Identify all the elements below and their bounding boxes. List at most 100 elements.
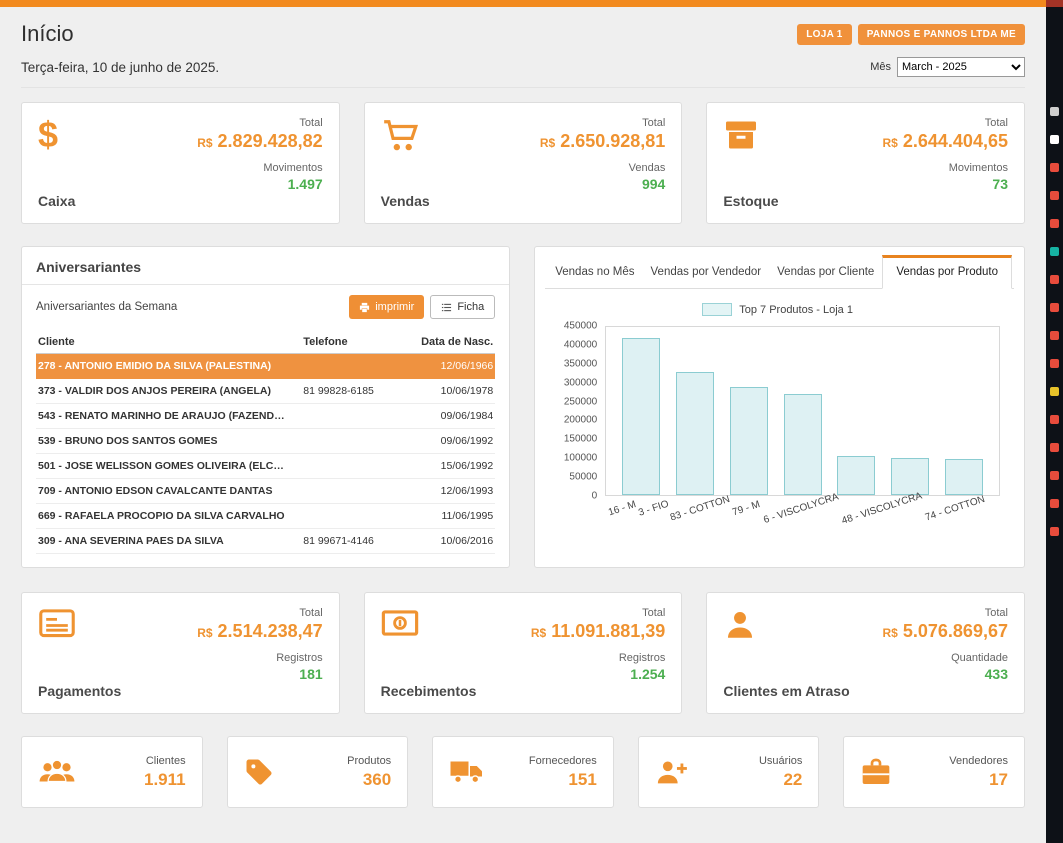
tab-vendas-por-produto[interactable]: Vendas por Produto xyxy=(882,255,1012,289)
edge-strip-icon[interactable] xyxy=(1050,527,1059,536)
card-caixa: $ Caixa Total R$ 2.829.428,82 Movimentos… xyxy=(21,102,340,224)
edge-strip-icon[interactable] xyxy=(1050,303,1059,312)
tag-icon xyxy=(244,757,274,787)
mini-label: Fornecedores xyxy=(529,755,597,767)
cell-data-nasc: 10/06/1978 xyxy=(408,385,493,397)
cell-data-nasc: 11/06/1995 xyxy=(408,510,493,522)
edge-strip-icon[interactable] xyxy=(1050,135,1059,144)
edge-strip-icon[interactable] xyxy=(1050,499,1059,508)
total-label: Total xyxy=(197,607,322,619)
edge-strip xyxy=(1046,7,1063,843)
sales-panel: Vendas no MêsVendas por VendedorVendas p… xyxy=(534,246,1025,568)
table-row[interactable]: 709 - ANTONIO EDSON CAVALCANTE DANTAS12/… xyxy=(36,479,495,504)
bar[interactable] xyxy=(676,372,714,495)
legend-label: Top 7 Produtos - Loja 1 xyxy=(739,304,853,316)
dollar-icon: $ xyxy=(38,117,75,159)
page-title: Início xyxy=(21,21,74,47)
total-label: Total xyxy=(197,117,322,129)
bar[interactable] xyxy=(891,458,929,495)
ficha-button[interactable]: Ficha xyxy=(430,295,495,319)
bar[interactable] xyxy=(622,338,660,495)
cell-data-nasc: 09/06/1984 xyxy=(408,410,493,422)
card-title: Estoque xyxy=(723,193,778,209)
count-label: Movimentos xyxy=(883,162,1008,174)
summary-cards-top: $ Caixa Total R$ 2.829.428,82 Movimentos… xyxy=(21,102,1025,224)
count-value: 433 xyxy=(883,666,1008,682)
store-button[interactable]: LOJA 1 xyxy=(797,24,851,45)
month-select[interactable]: March - 2025 xyxy=(897,57,1025,77)
total-label: Total xyxy=(540,117,665,129)
edge-strip-icon[interactable] xyxy=(1050,191,1059,200)
edge-strip-icon[interactable] xyxy=(1050,443,1059,452)
cell-cliente: 543 - RENATO MARINHO DE ARAUJO (FAZEND… xyxy=(38,410,303,422)
edge-strip-icon[interactable] xyxy=(1050,219,1059,228)
edge-strip-icon[interactable] xyxy=(1050,471,1059,480)
cell-data-nasc: 10/06/2016 xyxy=(408,535,493,547)
x-axis: 16 - M3 - FIO83 - COTTON79 - M6 - VISCOL… xyxy=(605,496,1000,536)
mini-cards-row: Clientes 1.911 Produtos 360 xyxy=(21,736,1025,808)
month-filter: Mês March - 2025 xyxy=(870,57,1025,77)
cell-cliente: 278 - ANTONIO EMIDIO DA SILVA (PALESTINA… xyxy=(38,360,303,372)
mini-card-fornecedores: Fornecedores 151 xyxy=(432,736,614,808)
table-row[interactable]: 309 - ANA SEVERINA PAES DA SILVA81 99671… xyxy=(36,529,495,554)
tab-vendas-por-cliente[interactable]: Vendas por Cliente xyxy=(769,256,882,288)
total-value: R$ 5.076.869,67 xyxy=(883,621,1008,642)
cell-data-nasc: 09/06/1992 xyxy=(408,435,493,447)
table-row[interactable]: 543 - RENATO MARINHO DE ARAUJO (FAZEND… 0… xyxy=(36,404,495,429)
edge-strip-icon[interactable] xyxy=(1050,163,1059,172)
summary-cards-mid: Pagamentos Total R$ 2.514.238,47 Registr… xyxy=(21,592,1025,714)
mini-value: 1.911 xyxy=(144,770,186,790)
table-row[interactable]: 373 - VALDIR DOS ANJOS PEREIRA (ANGELA)8… xyxy=(36,379,495,404)
cell-cliente: 669 - RAFAELA PROCOPIO DA SILVA CARVALHO xyxy=(38,510,303,522)
mini-label: Clientes xyxy=(144,755,186,767)
x-tick: 6 - VISCOLYCRA xyxy=(768,496,846,536)
edge-strip-icon[interactable] xyxy=(1050,107,1059,116)
edge-strip-icon[interactable] xyxy=(1050,275,1059,284)
edge-strip-icon[interactable] xyxy=(1050,359,1059,368)
tab-vendas-por-vendedor[interactable]: Vendas por Vendedor xyxy=(643,256,770,288)
col-cliente: Cliente xyxy=(38,336,303,348)
bar-slot xyxy=(614,327,668,495)
table-row[interactable]: 501 - JOSE WELISSON GOMES OLIVEIRA (ELC…… xyxy=(36,454,495,479)
bar-slot xyxy=(937,327,991,495)
company-button[interactable]: PANNOS E PANNOS LTDA ME xyxy=(858,24,1025,45)
mini-value: 17 xyxy=(949,770,1008,790)
total-value: R$ 2.650.928,81 xyxy=(540,131,665,152)
total-value: R$ 2.644.404,65 xyxy=(883,131,1008,152)
mini-card-produtos: Produtos 360 xyxy=(227,736,409,808)
cell-telefone: 81 99828-6185 xyxy=(303,385,408,397)
edge-strip-icon[interactable] xyxy=(1050,387,1059,396)
card-title: Caixa xyxy=(38,193,75,209)
middle-row: Aniversariantes Aniversariantes da Seman… xyxy=(21,246,1025,568)
x-tick-label: 83 - COTTON xyxy=(669,494,731,524)
mini-value: 360 xyxy=(347,770,391,790)
bar[interactable] xyxy=(784,394,822,495)
bar[interactable] xyxy=(837,456,875,495)
birthday-table-body: 278 - ANTONIO EMIDIO DA SILVA (PALESTINA… xyxy=(36,354,495,554)
y-tick-label: 0 xyxy=(592,491,598,502)
bar[interactable] xyxy=(730,387,768,495)
top-accent-bar xyxy=(0,0,1063,7)
x-tick: 48 - VISCOLYCRA xyxy=(846,496,930,536)
top-accent-bar-corner xyxy=(1046,0,1063,7)
cell-cliente: 373 - VALDIR DOS ANJOS PEREIRA (ANGELA) xyxy=(38,385,303,397)
table-row[interactable]: 278 - ANTONIO EMIDIO DA SILVA (PALESTINA… xyxy=(36,354,495,379)
mini-card-clientes: Clientes 1.911 xyxy=(21,736,203,808)
card-recebimentos: Recebimentos Total R$ 11.091.881,39 Regi… xyxy=(364,592,683,714)
table-row[interactable]: 539 - BRUNO DOS SANTOS GOMES09/06/1992 xyxy=(36,429,495,454)
card-vendas: Vendas Total R$ 2.650.928,81 Vendas 994 xyxy=(364,102,683,224)
card-title: Recebimentos xyxy=(381,683,477,699)
count-value: 181 xyxy=(197,666,322,682)
edge-strip-icon[interactable] xyxy=(1050,331,1059,340)
edge-strip-icon[interactable] xyxy=(1050,247,1059,256)
divider xyxy=(22,284,509,285)
y-tick-label: 300000 xyxy=(564,377,597,388)
table-row[interactable]: 669 - RAFAELA PROCOPIO DA SILVA CARVALHO… xyxy=(36,504,495,529)
tab-vendas-no-mês[interactable]: Vendas no Mês xyxy=(547,256,642,288)
bar[interactable] xyxy=(945,459,983,495)
count-value: 994 xyxy=(540,176,665,192)
cell-telefone: 81 99671-4146 xyxy=(303,535,408,547)
print-button[interactable]: imprimir xyxy=(349,295,424,319)
edge-strip-icon[interactable] xyxy=(1050,415,1059,424)
printer-icon xyxy=(359,302,370,313)
